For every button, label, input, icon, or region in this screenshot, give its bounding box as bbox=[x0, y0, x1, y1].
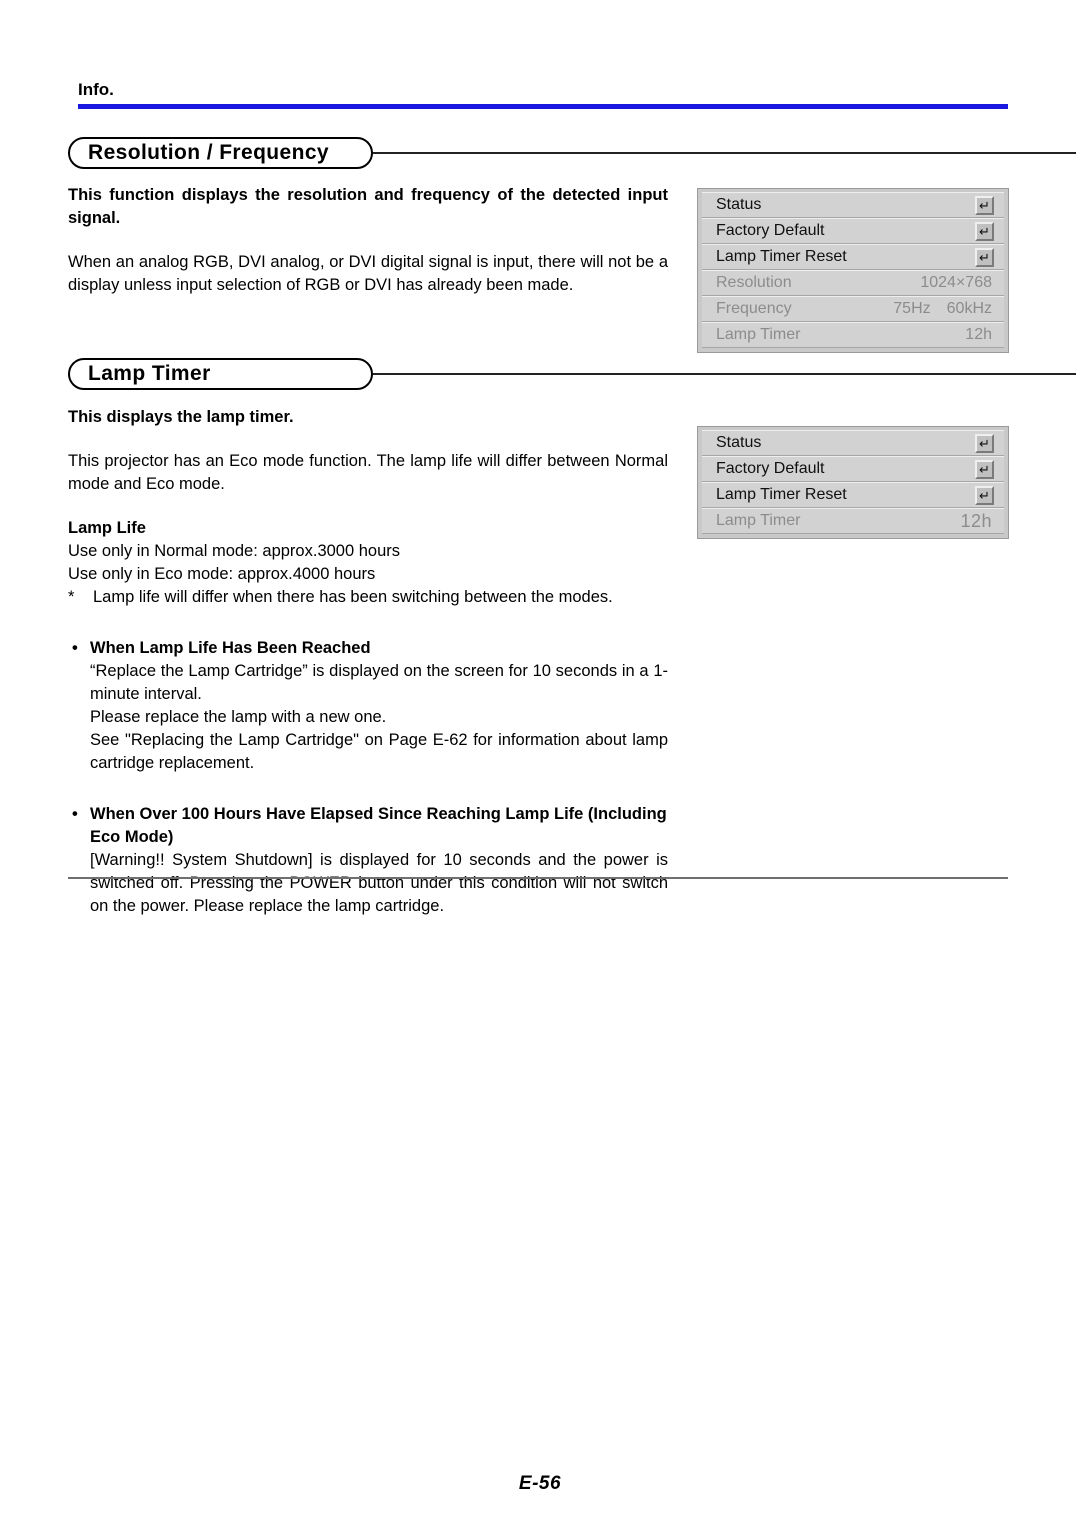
osd-row-label: Factory Default bbox=[716, 460, 825, 477]
osd-row-value: 75Hz 60kHz bbox=[893, 300, 992, 318]
lamp-life-line-normal: Use only in Normal mode: approx.3000 hou… bbox=[68, 542, 401, 560]
enter-key-icon[interactable]: ↵ bbox=[975, 486, 994, 505]
osd-row[interactable]: Status ↵ bbox=[702, 430, 1004, 456]
enter-key-icon[interactable]: ↵ bbox=[975, 434, 994, 453]
intro-bold-text: This function displays the resolution an… bbox=[68, 186, 668, 227]
bullet-paragraph: “Replace the Lamp Cartridge” is displaye… bbox=[90, 662, 668, 703]
paragraph-text: This projector has an Eco mode function.… bbox=[68, 452, 668, 493]
bullet-paragraph: See "Replacing the Lamp Cartridge" on Pa… bbox=[90, 731, 668, 772]
osd-menu-resolution-frequency[interactable]: Status ↵ Factory Default ↵ Lamp Timer Re… bbox=[697, 188, 1009, 353]
manual-page: Info. Resolution / Frequency This functi… bbox=[0, 0, 1080, 1526]
osd-row[interactable]: Factory Default ↵ bbox=[702, 218, 1004, 244]
osd-row[interactable]: Lamp Timer Reset ↵ bbox=[702, 244, 1004, 270]
osd-row-label: Lamp Timer Reset bbox=[716, 486, 847, 503]
osd-row-value: 1024×768 bbox=[920, 274, 992, 291]
osd-row-value-primary: 75Hz bbox=[893, 300, 931, 317]
intro-bold-text: This displays the lamp timer. bbox=[68, 408, 294, 426]
enter-key-icon[interactable]: ↵ bbox=[975, 248, 994, 267]
section-body-lamp-timer: This displays the lamp timer. This proje… bbox=[68, 406, 668, 918]
osd-row[interactable]: Factory Default ↵ bbox=[702, 456, 1004, 482]
bullet-paragraph: Please replace the lamp with a new one. bbox=[90, 708, 387, 726]
enter-key-icon[interactable]: ↵ bbox=[975, 460, 994, 479]
lamp-life-note: * Lamp life will differ when there has b… bbox=[68, 586, 668, 609]
bullet-heading-over-100-hours: • When Over 100 Hours Have Elapsed Since… bbox=[68, 803, 668, 849]
lamp-life-line-eco: Use only in Eco mode: approx.4000 hours bbox=[68, 565, 376, 583]
bullet-paragraph: [Warning!! System Shutdown] is displayed… bbox=[90, 851, 668, 915]
bullet-heading-lamp-life-reached: • When Lamp Life Has Been Reached bbox=[68, 637, 668, 660]
lamp-life-heading: Lamp Life bbox=[68, 519, 146, 537]
osd-row-value-secondary: 60kHz bbox=[946, 300, 992, 317]
heading-rule bbox=[373, 152, 1076, 154]
osd-row-label: Lamp Timer bbox=[716, 512, 801, 529]
section-body-resolution-frequency: This function displays the resolution an… bbox=[68, 184, 668, 297]
bullet-heading-text: When Over 100 Hours Have Elapsed Since R… bbox=[90, 805, 667, 846]
osd-row-label: Lamp Timer Reset bbox=[716, 248, 847, 265]
osd-row-label: Status bbox=[716, 196, 762, 213]
heading-rule bbox=[373, 373, 1076, 375]
osd-row-label: Status bbox=[716, 434, 762, 451]
page-section-label: Info. bbox=[78, 80, 114, 99]
osd-row-label: Resolution bbox=[716, 274, 792, 291]
enter-key-icon[interactable]: ↵ bbox=[975, 196, 994, 215]
paragraph-text: When an analog RGB, DVI analog, or DVI d… bbox=[68, 253, 668, 294]
bullet-marker: • bbox=[72, 805, 78, 823]
osd-row: Resolution 1024×768 bbox=[702, 270, 1004, 296]
note-text: Lamp life will differ when there has bee… bbox=[93, 588, 613, 606]
section-divider-rule bbox=[68, 877, 1008, 879]
heading-title: Resolution / Frequency bbox=[88, 141, 329, 164]
osd-row-label: Frequency bbox=[716, 300, 792, 317]
osd-menu-lamp-timer[interactable]: Status ↵ Factory Default ↵ Lamp Timer Re… bbox=[697, 426, 1009, 539]
section-heading-lamp-timer: Lamp Timer bbox=[68, 358, 1076, 390]
page-number: E-56 bbox=[518, 1473, 562, 1494]
note-marker: * bbox=[68, 588, 75, 606]
heading-title: Lamp Timer bbox=[88, 362, 211, 385]
header-accent-rule bbox=[78, 104, 1008, 109]
osd-row: Lamp Timer 12h bbox=[702, 322, 1004, 348]
section-heading-resolution-frequency: Resolution / Frequency bbox=[68, 137, 1076, 169]
osd-row-value: 12h bbox=[965, 326, 992, 343]
osd-row: Lamp Timer 12h bbox=[702, 508, 1004, 534]
enter-key-icon[interactable]: ↵ bbox=[975, 222, 994, 241]
osd-row-value: 12h bbox=[960, 510, 992, 531]
bullet-marker: • bbox=[72, 639, 78, 657]
osd-row-label: Lamp Timer bbox=[716, 326, 801, 343]
osd-row[interactable]: Lamp Timer Reset ↵ bbox=[702, 482, 1004, 508]
osd-row[interactable]: Status ↵ bbox=[702, 192, 1004, 218]
osd-row: Frequency 75Hz 60kHz bbox=[702, 296, 1004, 322]
bullet-heading-text: When Lamp Life Has Been Reached bbox=[90, 639, 371, 657]
osd-row-label: Factory Default bbox=[716, 222, 825, 239]
